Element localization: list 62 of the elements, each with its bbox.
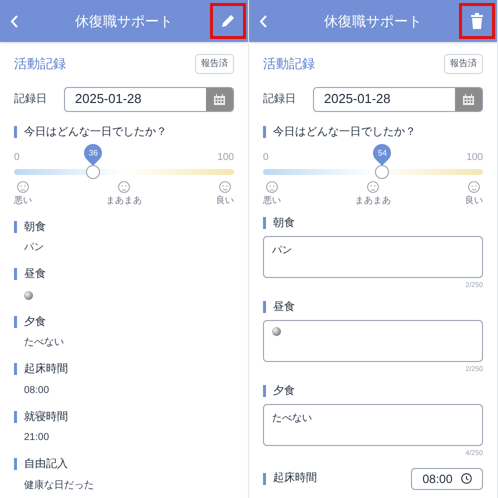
field-label: 就寝時間 (24, 410, 68, 424)
okay-label: まあまあ (355, 194, 391, 207)
field-value: たべない (24, 336, 64, 350)
field-label: 夕食 (273, 384, 295, 398)
field-value: パン (24, 241, 44, 255)
header-title: 休復職サポート (323, 12, 423, 30)
delete-button[interactable] (459, 3, 495, 39)
bad-label: 悪い (263, 194, 281, 207)
section-title: 活動記録 (263, 55, 315, 73)
field-label: 昼食 (273, 300, 295, 314)
field-value: 健康な日だった (24, 478, 94, 492)
text-area[interactable]: パン (263, 236, 483, 278)
section-title: 活動記録 (14, 55, 66, 73)
clock-icon (460, 473, 472, 484)
status-badge: 報告済 (195, 54, 234, 74)
good-label: 良い (216, 194, 234, 207)
field-label: 昼食 (24, 267, 46, 282)
max-label: 100 (466, 151, 483, 165)
trash-icon (470, 13, 484, 29)
ball-icon (272, 327, 281, 336)
back-icon[interactable] (259, 14, 267, 28)
frown-face-icon (17, 181, 29, 193)
time-field[interactable]: 08:00 (411, 468, 483, 490)
field-label: 夕食 (24, 314, 46, 330)
field-label: 起床時間 (24, 362, 68, 377)
ball-icon (24, 290, 33, 300)
calendar-button[interactable] (455, 88, 482, 110)
min-label: 0 (14, 151, 20, 165)
frown-face-icon (266, 181, 278, 193)
field-value: 08:00 (24, 384, 50, 398)
field-label: 自由記入 (24, 457, 68, 472)
calendar-icon (463, 94, 474, 104)
question-label: 今日はどんな一日でしたか？ (24, 124, 167, 140)
calendar-button[interactable] (206, 88, 233, 110)
neutral-face-icon (118, 181, 130, 193)
neutral-face-icon (367, 181, 379, 193)
calendar-icon (214, 94, 225, 104)
pencil-icon (220, 13, 236, 29)
back-icon[interactable] (10, 14, 18, 28)
slider-thumb[interactable] (86, 165, 100, 179)
slider-thumb[interactable] (374, 165, 389, 179)
field-label: 朝食 (24, 220, 46, 234)
field-label: 起床時間 (273, 470, 317, 486)
min-label: 0 (263, 151, 269, 165)
status-badge: 報告済 (444, 54, 483, 74)
good-label: 良い (465, 194, 483, 207)
date-field[interactable]: 2025-01-28 (64, 86, 234, 112)
field-label: 記録日 (263, 92, 297, 107)
max-label: 100 (217, 151, 234, 165)
smile-face-icon (468, 181, 480, 193)
okay-label: まあまあ (106, 194, 142, 207)
date-field[interactable]: 2025-01-28 (313, 86, 483, 112)
field-label: 朝食 (273, 216, 295, 230)
bad-label: 悪い (14, 194, 32, 207)
field-value: 21:00 (24, 431, 50, 445)
header-title: 休復職サポート (74, 12, 174, 30)
smile-face-icon (219, 181, 231, 193)
edit-button[interactable] (210, 3, 246, 39)
question-label: 今日はどんな一日でしたか？ (273, 124, 416, 140)
text-area[interactable] (263, 320, 483, 362)
text-area[interactable]: たべない (263, 404, 483, 446)
field-label: 記録日 (14, 92, 48, 107)
